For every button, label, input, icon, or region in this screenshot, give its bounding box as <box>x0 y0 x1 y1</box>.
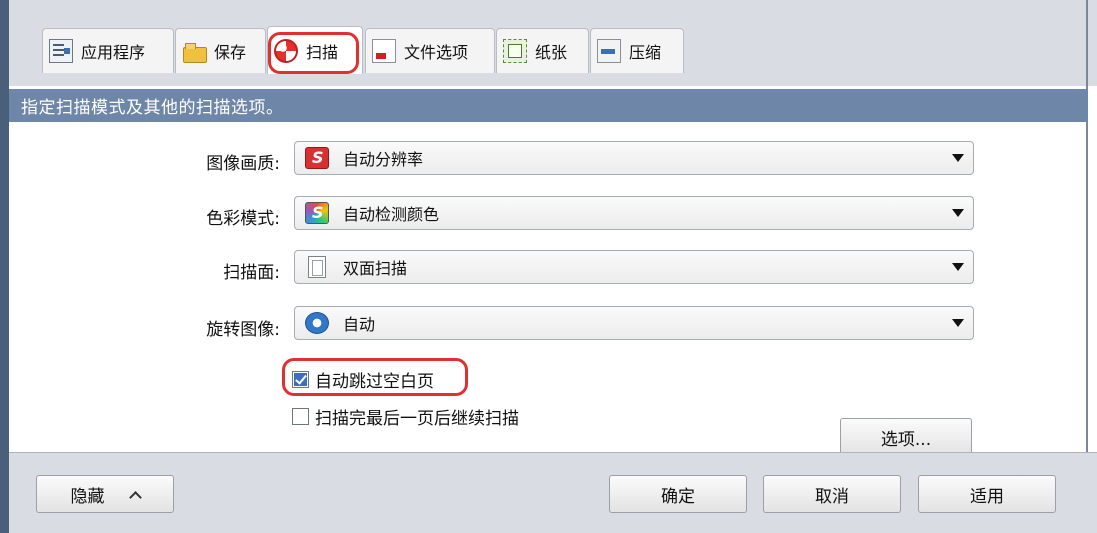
description-text: 指定扫描模式及其他的扫描选项。 <box>21 98 284 118</box>
rotation-value: 自动 <box>343 315 376 334</box>
scan-tab-highlight <box>268 32 359 74</box>
description-bar: 指定扫描模式及其他的扫描选项。 <box>9 89 1088 122</box>
tab-strip: 应用程序 保存 扫描 文件选项 纸张 压缩 <box>9 0 1097 86</box>
image-quality-label: 图像画质: <box>206 154 280 174</box>
image-quality-select[interactable]: 自动分辨率 <box>294 141 974 175</box>
window-edge <box>1086 0 1088 452</box>
rotation-select[interactable]: 自动 <box>294 306 974 340</box>
dropdown-arrow-icon[interactable] <box>952 209 964 217</box>
dropdown-arrow-icon[interactable] <box>952 154 964 162</box>
hide-button-label: 隐藏 <box>70 486 105 507</box>
tab-file-options[interactable]: 文件选项 <box>365 28 495 73</box>
color-scansnap-icon <box>305 202 329 224</box>
scanning-side-value: 双面扫描 <box>343 259 408 278</box>
tab-label: 应用程序 <box>81 43 146 62</box>
tab-application[interactable]: 应用程序 <box>42 28 174 73</box>
options-button[interactable]: 选项... <box>840 418 972 456</box>
scansnap-icon <box>305 147 329 169</box>
color-mode-value: 自动检测颜色 <box>343 205 440 224</box>
tab-label: 压缩 <box>629 43 662 62</box>
rotate-icon <box>305 312 329 334</box>
application-icon <box>49 39 73 63</box>
tab-save[interactable]: 保存 <box>175 28 266 73</box>
tab-label: 文件选项 <box>404 43 469 62</box>
file-icon <box>372 39 396 63</box>
duplex-page-icon <box>308 256 326 278</box>
color-mode-label: 色彩模式: <box>206 209 280 229</box>
ok-button[interactable]: 确定 <box>609 475 747 513</box>
tab-label: 纸张 <box>535 43 568 62</box>
dropdown-arrow-icon[interactable] <box>952 263 964 271</box>
chevron-up-icon <box>128 490 142 504</box>
folder-icon <box>182 39 207 63</box>
continue-scan-checkbox[interactable] <box>292 408 309 425</box>
continue-scan-checkbox-row[interactable]: 扫描完最后一页后继续扫描 <box>292 404 519 429</box>
hide-button[interactable]: 隐藏 <box>36 475 174 513</box>
compress-icon <box>597 39 621 63</box>
skip-blank-label: 自动跳过空白页 <box>315 372 434 392</box>
tab-paper[interactable]: 纸张 <box>496 28 589 73</box>
tab-label: 保存 <box>214 43 247 62</box>
scanning-side-select[interactable]: 双面扫描 <box>294 250 974 284</box>
dropdown-arrow-icon[interactable] <box>952 319 964 327</box>
cancel-button[interactable]: 取消 <box>763 475 901 513</box>
color-mode-select[interactable]: 自动检测颜色 <box>294 196 974 230</box>
scanning-side-label: 扫描面: <box>223 263 280 283</box>
image-quality-value: 自动分辨率 <box>343 150 424 169</box>
rotation-label: 旋转图像: <box>206 320 280 340</box>
skip-blank-checkbox-row[interactable]: 自动跳过空白页 <box>292 367 434 392</box>
skip-blank-checkbox[interactable] <box>292 371 309 388</box>
paper-icon <box>503 39 527 63</box>
tab-compress[interactable]: 压缩 <box>590 28 684 73</box>
apply-button[interactable]: 适用 <box>918 475 1056 513</box>
continue-scan-label: 扫描完最后一页后继续扫描 <box>315 409 519 429</box>
